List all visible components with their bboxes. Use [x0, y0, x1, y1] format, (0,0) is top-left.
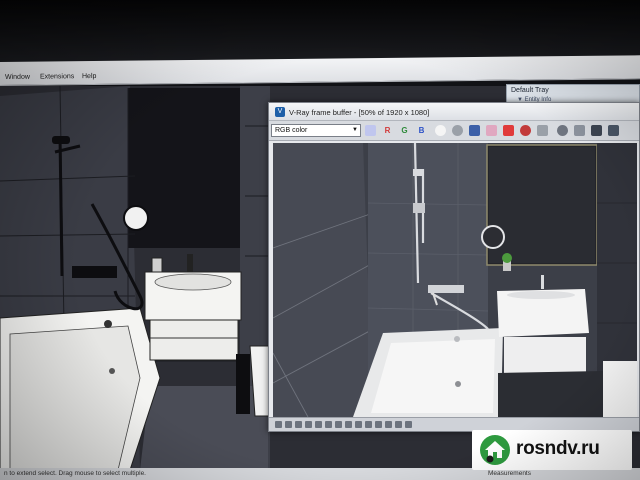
vfb-status-button-icon[interactable] — [335, 421, 342, 428]
vfb-status-button-icon[interactable] — [305, 421, 312, 428]
vfb-window-title: V-Ray frame buffer - [50% of 1920 x 1080… — [289, 108, 430, 117]
watermark-text: rosndv.ru — [516, 438, 600, 459]
vfb-status-button-icon[interactable] — [295, 421, 302, 428]
blue-channel-button[interactable]: B — [416, 125, 427, 136]
vfb-status-button-icon[interactable] — [285, 421, 292, 428]
vfb-render-area[interactable] — [273, 143, 637, 417]
chevron-down-icon: ▼ — [352, 127, 358, 133]
monitor-screen: Window Extensions Help Default Tray ▼ En… — [0, 0, 640, 480]
vfb-status-button-icon[interactable] — [405, 421, 412, 428]
monochrome-icon[interactable] — [452, 125, 463, 136]
alpha-channel-icon[interactable] — [435, 125, 446, 136]
vfb-status-button-icon[interactable] — [315, 421, 322, 428]
region-render-icon[interactable] — [537, 125, 548, 136]
vfb-status-button-icon[interactable] — [325, 421, 332, 428]
stop-render-icon[interactable] — [520, 125, 531, 136]
track-mouse-icon[interactable] — [557, 125, 568, 136]
vfb-status-button-icon[interactable] — [395, 421, 402, 428]
vfb-status-button-icon[interactable] — [365, 421, 372, 428]
house-logo-icon — [480, 435, 510, 465]
menu-item-help[interactable]: Help — [82, 73, 96, 80]
clear-image-icon[interactable] — [503, 125, 514, 136]
vray-logo-icon: V — [275, 107, 285, 117]
vfb-status-button-icon[interactable] — [345, 421, 352, 428]
vfb-title-bar[interactable]: V V-Ray frame buffer - [50% of 1920 x 10… — [269, 103, 639, 121]
status-hint-text: n to extend select. Drag mouse to select… — [4, 470, 146, 477]
channel-select[interactable]: RGB color ▼ — [271, 124, 361, 137]
monitor-bezel — [0, 0, 640, 62]
save-image-icon[interactable] — [469, 125, 480, 136]
measurements-label: Measurements — [488, 470, 531, 477]
color-corrections-icon[interactable] — [365, 125, 376, 136]
vfb-status-button-icon[interactable] — [275, 421, 282, 428]
vfb-status-button-icon[interactable] — [375, 421, 382, 428]
vray-frame-buffer-window[interactable]: V V-Ray frame buffer - [50% of 1920 x 10… — [268, 102, 640, 432]
vfb-toolbar: RGB color ▼ R G B — [269, 121, 639, 141]
green-channel-button[interactable]: G — [399, 125, 410, 136]
rosndv-watermark: rosndv.ru — [472, 430, 632, 470]
render-last-icon[interactable] — [608, 125, 619, 136]
tray-title: Default Tray — [511, 87, 549, 94]
menu-item-extensions[interactable]: Extensions — [40, 73, 74, 80]
menu-item-window[interactable]: Window — [5, 74, 30, 81]
vfb-status-button-icon[interactable] — [355, 421, 362, 428]
vfb-bottom-toolbar — [269, 417, 639, 431]
channel-select-value: RGB color — [275, 127, 308, 134]
pixel-info-icon[interactable] — [574, 125, 585, 136]
history-icon[interactable] — [591, 125, 602, 136]
house-icon — [485, 441, 505, 463]
rendered-bathroom-image — [273, 143, 637, 417]
load-image-icon[interactable] — [486, 125, 497, 136]
red-channel-button[interactable]: R — [382, 125, 393, 136]
vfb-status-button-icon[interactable] — [385, 421, 392, 428]
